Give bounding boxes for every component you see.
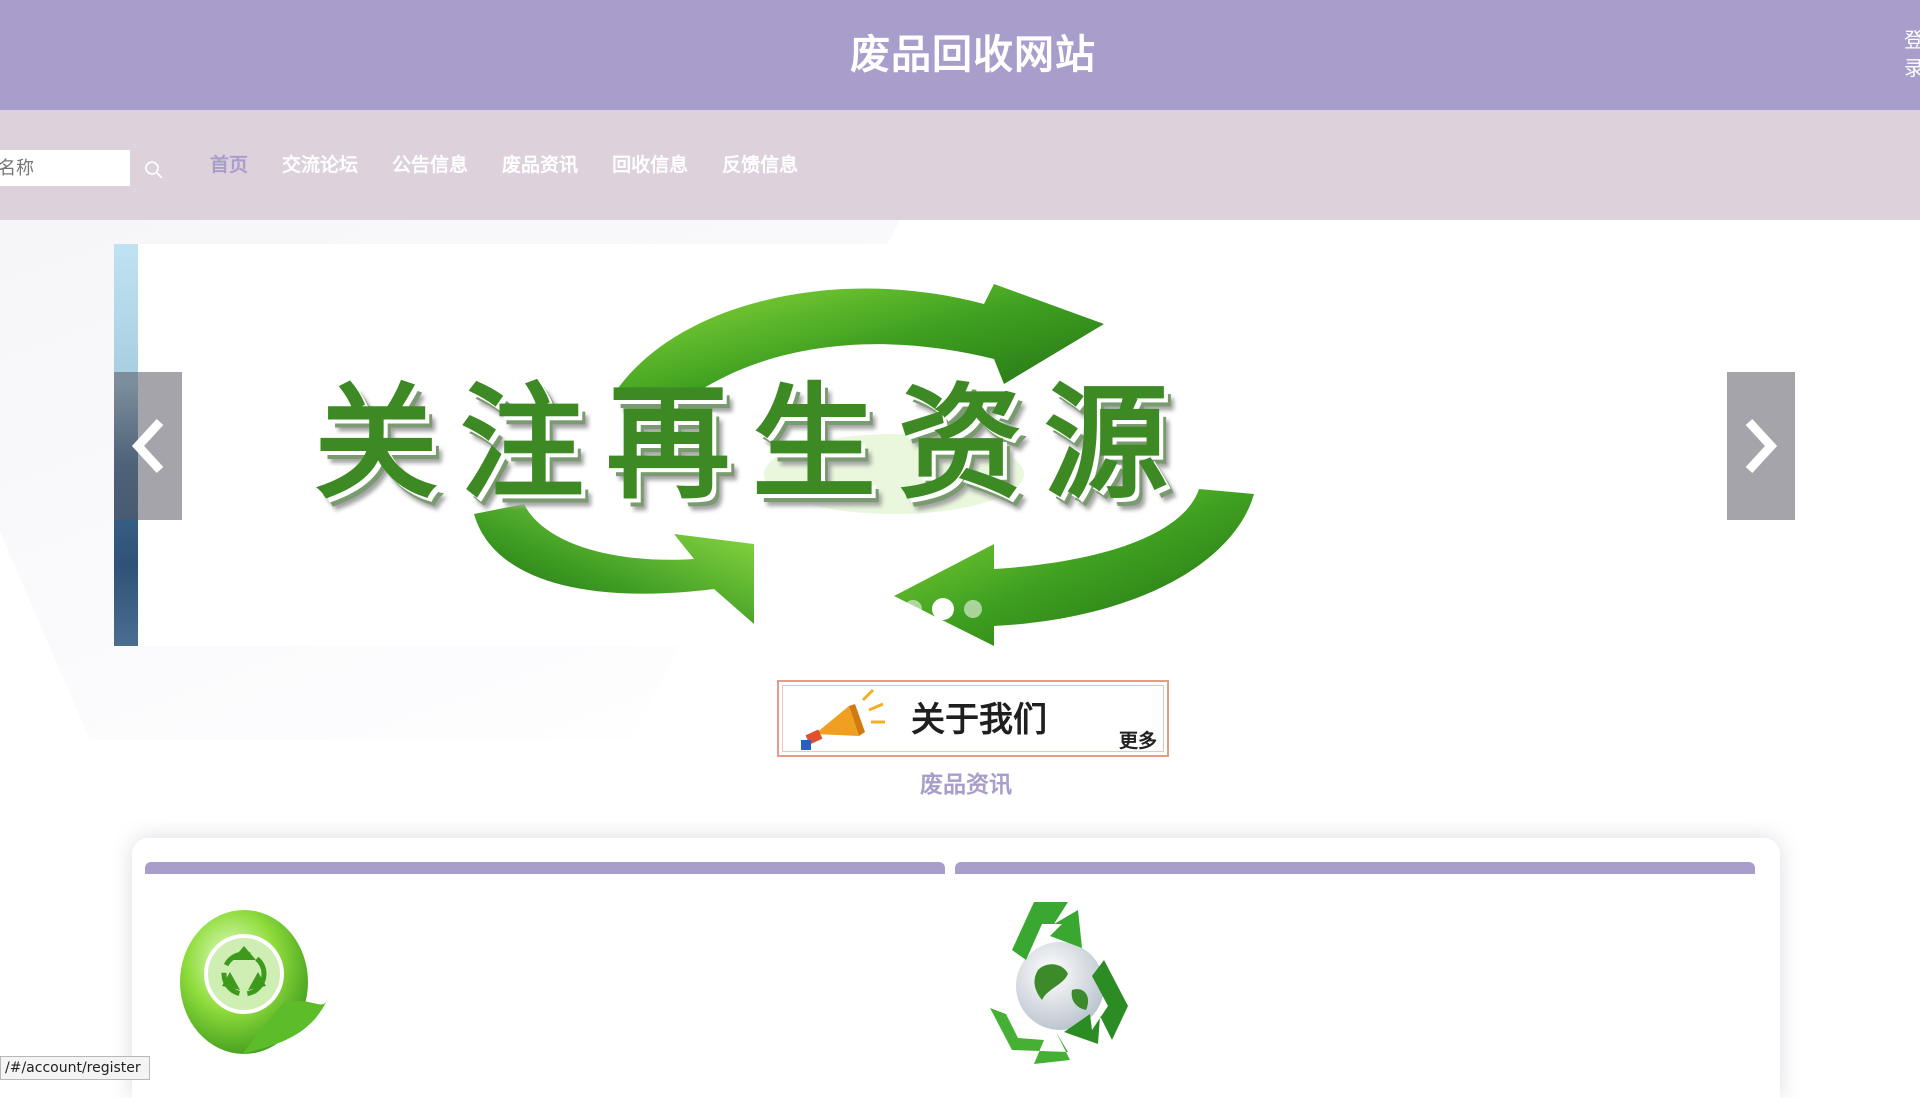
site-header: 废品回收网站 <box>0 0 1920 110</box>
nav-item-forum[interactable]: 交流论坛 <box>282 150 358 180</box>
carousel-dot-2[interactable] <box>932 598 954 620</box>
nav-item-waste-news[interactable]: 废品资讯 <box>502 150 578 180</box>
about-us-title: 关于我们 <box>911 700 1047 740</box>
news-card-header-1 <box>145 862 945 874</box>
about-more-link[interactable]: 更多 <box>1119 726 1157 753</box>
nav-item-recycling-info[interactable]: 回收信息 <box>612 150 688 180</box>
banner-carousel[interactable]: 关注再生资源 <box>114 244 1796 646</box>
carousel-dot-1[interactable] <box>904 600 922 618</box>
carousel-dot-3[interactable] <box>964 600 982 618</box>
search-input[interactable] <box>0 150 130 186</box>
nav-menu: 首页 交流论坛 公告信息 废品资讯 回收信息 反馈信息 <box>210 150 798 180</box>
recycle-leaf-icon[interactable] <box>172 894 332 1058</box>
login-link[interactable]: 登录 <box>1904 26 1920 82</box>
chevron-left-icon <box>131 418 164 474</box>
nav-item-announcements[interactable]: 公告信息 <box>392 150 468 180</box>
chevron-right-icon <box>1745 418 1778 474</box>
about-us-banner[interactable]: 关于我们 更多 <box>777 680 1169 757</box>
site-title: 废品回收网站 <box>850 32 1096 78</box>
status-bar-url: /#/account/register <box>0 1056 150 1080</box>
carousel-indicators <box>904 598 982 620</box>
recycle-globe-icon[interactable] <box>972 890 1148 1066</box>
carousel-prev-button[interactable] <box>114 372 182 520</box>
section-title-waste-news: 废品资讯 <box>920 772 1012 798</box>
carousel-next-button[interactable] <box>1727 372 1795 520</box>
nav-item-feedback[interactable]: 反馈信息 <box>722 150 798 180</box>
megaphone-icon <box>801 688 885 750</box>
nav-item-home[interactable]: 首页 <box>210 150 248 180</box>
magnifier-icon <box>145 161 163 179</box>
banner-headline: 关注再生资源 <box>314 372 1191 516</box>
news-card-header-2 <box>955 862 1755 874</box>
search-button[interactable] <box>142 158 166 182</box>
news-panel <box>132 838 1780 1098</box>
